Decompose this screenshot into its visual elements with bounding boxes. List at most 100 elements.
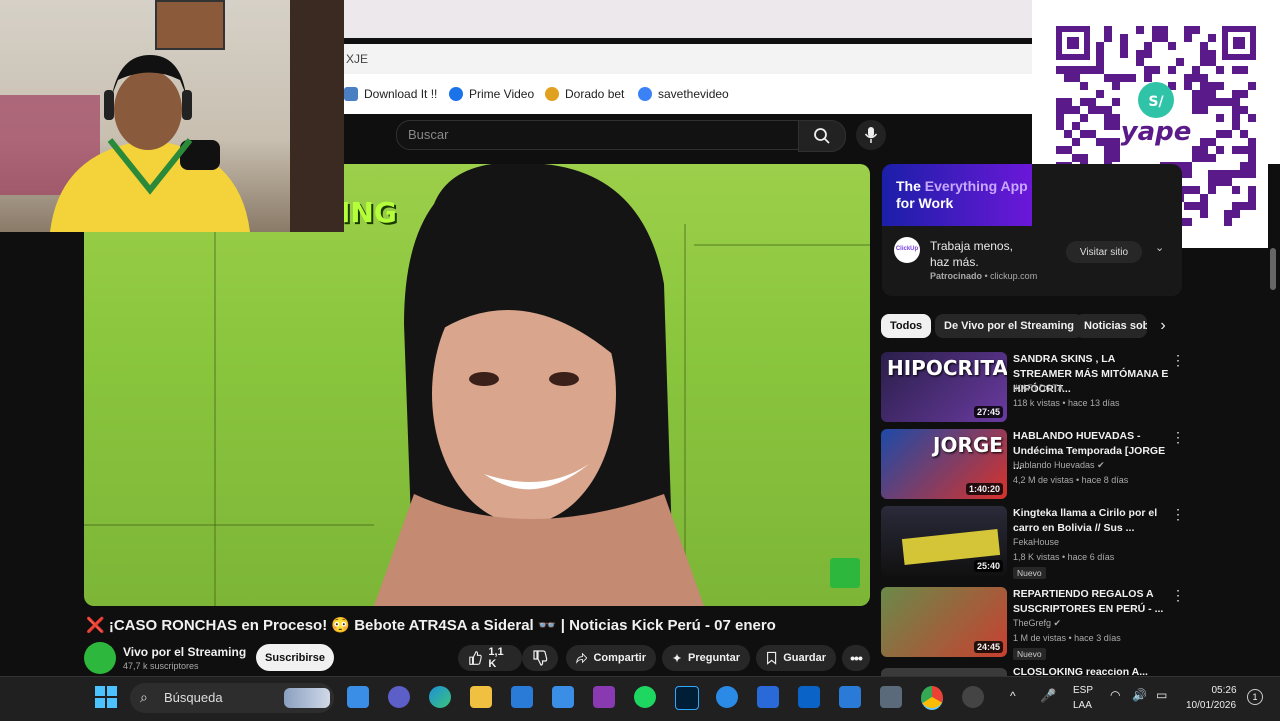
edge-icon[interactable]	[429, 686, 451, 708]
more-vertical-icon[interactable]: ⋮	[1171, 352, 1185, 369]
photoshop-icon[interactable]	[675, 686, 699, 710]
calendar-icon[interactable]	[839, 686, 861, 708]
more-vertical-icon[interactable]: ⋮	[1171, 587, 1185, 604]
dislike-button[interactable]	[522, 645, 558, 671]
subscribe-button[interactable]: Suscribirse	[256, 644, 334, 671]
channel-avatar[interactable]	[84, 642, 116, 674]
more-horizontal-icon: •••	[850, 650, 863, 666]
file-explorer-icon[interactable]	[470, 686, 492, 708]
chip-noticias[interactable]: Noticias sob	[1075, 314, 1147, 338]
ask-button[interactable]: Preguntar	[662, 645, 750, 671]
app-icon[interactable]	[962, 686, 984, 708]
search-input[interactable]	[396, 120, 800, 150]
bookmark-download-it[interactable]: Download It !!	[344, 86, 437, 102]
visit-site-button[interactable]: Visitar sitio	[1066, 241, 1142, 263]
rec-meta: 4,2 M de vistas • hace 8 días	[1013, 475, 1129, 485]
recommendation-item[interactable]: 24:45 REPARTIENDO REGALOS A SUSCRIPTORES…	[881, 587, 1185, 660]
streamer-image	[50, 55, 250, 232]
more-vertical-icon[interactable]: ⋮	[1171, 429, 1185, 446]
voice-search-button[interactable]	[856, 120, 886, 150]
clickup-logo-icon: ClickUp	[894, 237, 920, 263]
verified-icon: ✔	[1053, 618, 1062, 628]
rec-channel: TheGrefg ✔	[1013, 618, 1062, 628]
webcam-overlay	[0, 0, 344, 232]
rec-channel: Hablando Huevadas ✔	[1013, 460, 1105, 470]
yape-brand-text: yape	[1121, 117, 1192, 147]
chrome-icon[interactable]	[921, 686, 943, 710]
task-view-icon[interactable]	[347, 686, 369, 708]
rec-title[interactable]: CLOSLOKING reaccion A...	[1013, 668, 1169, 676]
rec-title[interactable]: Kingteka llama a Cirilo por el carro en …	[1013, 506, 1169, 536]
ad-headline: The Everything App for Work	[896, 178, 1028, 211]
recommendation-item[interactable]: 25:40 Kingteka llama a Cirilo por el car…	[881, 506, 1185, 579]
duration-badge: 27:45	[973, 406, 1003, 418]
ad-text: Trabaja menos, haz más.	[930, 239, 1013, 269]
rec-title[interactable]: REPARTIENDO REGALOS A SUSCRIPTORES EN PE…	[1013, 587, 1169, 617]
search-button[interactable]	[798, 120, 846, 152]
like-button[interactable]: 1,1 K	[458, 645, 522, 671]
scrollbar[interactable]	[1268, 164, 1280, 676]
store-icon[interactable]	[511, 686, 533, 708]
mail-icon[interactable]	[552, 686, 574, 708]
search-icon	[814, 128, 830, 144]
microphone-icon[interactable]: 🎤	[1040, 688, 1056, 704]
video-person-image	[374, 164, 704, 606]
play-icon	[449, 87, 463, 101]
microphone-icon	[864, 127, 878, 143]
video-thumbnail[interactable]: JORGE 1:40:20	[881, 429, 1007, 499]
bookmark-savethevideo[interactable]: savethevideo	[638, 86, 729, 102]
bookmark-icon	[767, 651, 777, 665]
chip-todos[interactable]: Todos	[881, 314, 932, 338]
chip-de-vivo[interactable]: De Vivo por el Streaming	[935, 314, 1084, 338]
recommendation-item[interactable]: JORGE 1:40:20 HABLANDO HUEVADAS - Undéci…	[881, 429, 1185, 501]
clock-date[interactable]: 10/01/2026	[1186, 700, 1236, 711]
onedrive-icon[interactable]	[716, 686, 738, 708]
windows-start-icon[interactable]	[95, 686, 117, 708]
media-player-icon[interactable]	[593, 686, 615, 708]
bookmark-dorado-bet[interactable]: Dorado bet	[545, 86, 624, 102]
search-placeholder: Buscar	[408, 127, 449, 142]
channel-watermark-icon	[830, 558, 860, 588]
teams-icon[interactable]	[388, 686, 410, 708]
clock-time[interactable]: 05:26	[1194, 685, 1254, 696]
share-icon	[576, 652, 588, 664]
notepad-icon[interactable]	[757, 686, 779, 708]
scrollbar-thumb[interactable]	[1270, 248, 1276, 290]
channel-name[interactable]: Vivo por el Streaming	[123, 645, 246, 659]
notification-badge[interactable]: 1	[1247, 689, 1263, 705]
more-vertical-icon[interactable]: ⋮	[1171, 506, 1185, 523]
recommendation-item[interactable]: HIPOCRITA 27:45 SANDRA SKINS , LA STREAM…	[881, 352, 1185, 424]
volume-icon[interactable]: 🔊	[1132, 688, 1147, 702]
bookmark-prime-video[interactable]: Prime Video	[449, 86, 534, 102]
duration-badge: 25:40	[973, 560, 1003, 572]
chevron-up-icon[interactable]: ^	[1010, 689, 1016, 703]
video-thumbnail[interactable]: 24:45	[881, 587, 1007, 657]
battery-icon[interactable]: ▭	[1156, 688, 1167, 702]
duration-badge: 24:45	[973, 641, 1003, 653]
recommendation-item[interactable]: CLOSLOKING reaccion A...	[881, 668, 1181, 676]
rec-meta: 1,8 K vistas • hace 6 días	[1013, 552, 1115, 562]
outlook-icon[interactable]	[798, 686, 820, 708]
calculator-icon[interactable]	[880, 686, 902, 708]
dorado-icon	[545, 87, 559, 101]
keyboard-language[interactable]: ESP	[1073, 685, 1093, 696]
search-highlight-image	[284, 688, 330, 708]
rec-meta: 118 k vistas • hace 13 días	[1013, 398, 1120, 408]
cloud-icon	[344, 87, 358, 101]
keyboard-layout[interactable]: LAA	[1073, 700, 1092, 711]
more-actions-button[interactable]: •••	[842, 645, 870, 671]
spotify-icon[interactable]	[634, 686, 656, 708]
video-thumbnail[interactable]	[881, 668, 1007, 676]
save-button[interactable]: Guardar	[756, 645, 836, 671]
chevron-right-icon[interactable]: ›	[1150, 314, 1176, 338]
wifi-icon[interactable]: ◠	[1110, 688, 1120, 702]
address-bar-text: XJE	[346, 52, 369, 66]
new-badge: Nuevo	[1013, 648, 1046, 660]
chevron-down-icon[interactable]: ⌄	[1155, 241, 1164, 254]
video-thumbnail[interactable]: 25:40	[881, 506, 1007, 576]
rec-channel: FekaHouse	[1013, 537, 1060, 547]
thumbs-up-icon	[469, 651, 482, 665]
video-thumbnail[interactable]: HIPOCRITA 27:45	[881, 352, 1007, 422]
share-button[interactable]: Compartir	[566, 645, 656, 671]
sparkle-icon	[672, 653, 682, 663]
